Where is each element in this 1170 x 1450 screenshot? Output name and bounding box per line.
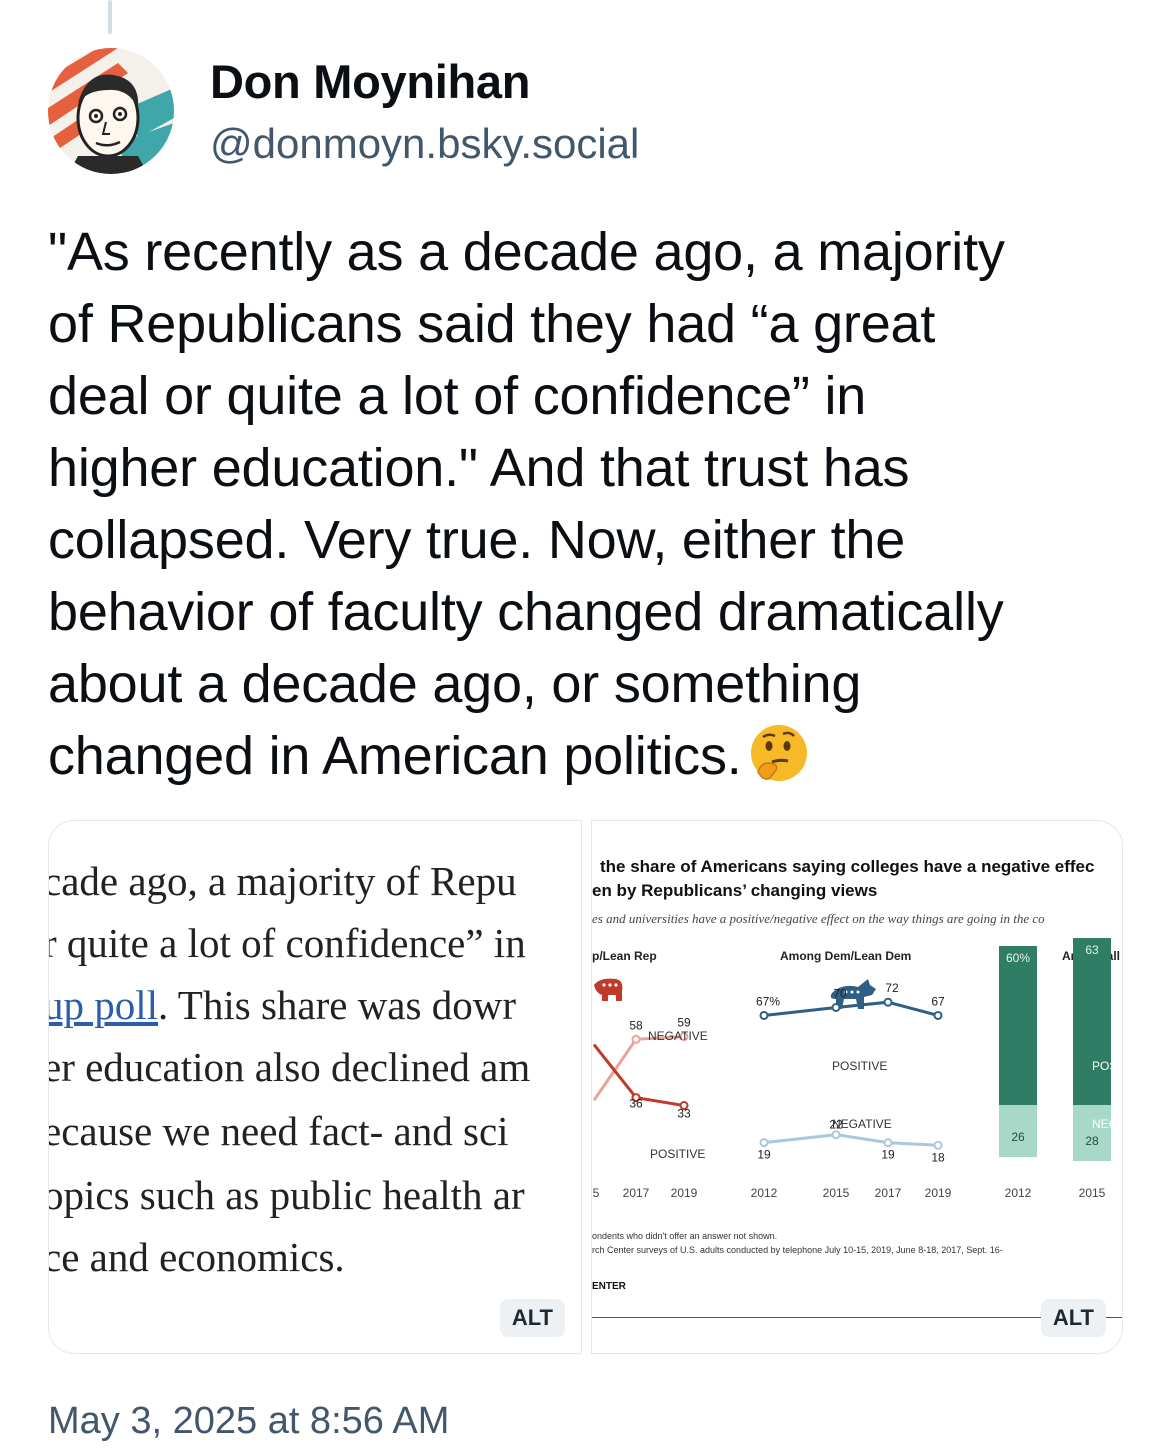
all-value-label: 60% bbox=[1006, 951, 1030, 965]
post-text-line: behavior of faculty changed dramatically bbox=[48, 582, 1004, 642]
post-text-line: "As recently as a decade ago, a majority bbox=[48, 222, 1005, 282]
thread-connector-line bbox=[108, 0, 112, 34]
rep-value-label: 59 bbox=[677, 1016, 691, 1030]
dem-positive-label: POSITIVE bbox=[832, 1059, 888, 1073]
rep-value-label: 36 bbox=[629, 1097, 643, 1111]
dem-value-label: 72 bbox=[885, 981, 899, 995]
dem-value-label: 67 bbox=[931, 994, 945, 1008]
all-negative-bar bbox=[1073, 1105, 1111, 1161]
rep-value-label: 58 bbox=[629, 1018, 643, 1032]
x-tick-label: 2015 bbox=[823, 1186, 850, 1200]
dem-value-label: 67% bbox=[756, 994, 780, 1008]
dem-value-label: 18 bbox=[931, 1150, 945, 1164]
dem-data-point bbox=[831, 1130, 841, 1140]
x-tick-label: 2017 bbox=[875, 1186, 902, 1200]
alt-text-button[interactable]: ALT bbox=[499, 1299, 565, 1337]
rep-positive-label: POSITIVE bbox=[650, 1147, 706, 1161]
article-line: cade ago, a majority of Repu bbox=[48, 858, 517, 904]
x-tick-label: 2015 bbox=[1079, 1186, 1106, 1200]
post-text: "As recently as a decade ago, a majority… bbox=[48, 216, 1138, 802]
rep-series-line bbox=[592, 1035, 685, 1102]
dem-data-point bbox=[759, 1138, 769, 1148]
chart-footnote: ondents who didn't offer an answer not s… bbox=[592, 1231, 778, 1241]
all-positive-bar bbox=[1073, 938, 1111, 1105]
dem-series-line bbox=[763, 1000, 939, 1017]
attached-image-article-excerpt[interactable]: cade ago, a majority of Repu r quite a l… bbox=[48, 820, 582, 1354]
all-positive-bar bbox=[999, 946, 1037, 1105]
post-text-line: about a decade ago, or something bbox=[48, 654, 862, 714]
rep-value-label: 33 bbox=[677, 1107, 691, 1121]
article-line: up poll. This share was dowr bbox=[48, 981, 516, 1029]
dem-value-label: 19 bbox=[881, 1148, 895, 1162]
post-text-line: deal or quite a lot of confidence” in bbox=[48, 366, 867, 426]
all-value-label: 26 bbox=[1011, 1130, 1025, 1144]
author-handle[interactable]: @donmoyn.bsky.social bbox=[210, 120, 639, 168]
article-line: ecause we need fact- and sci bbox=[48, 1108, 509, 1154]
avatar-illustration bbox=[48, 48, 174, 174]
x-tick-label: 2019 bbox=[671, 1186, 698, 1200]
all-negative-label: NEGA bbox=[1092, 1117, 1123, 1131]
post-text-line: higher education." And that trust has bbox=[48, 438, 910, 498]
alt-text-button[interactable]: ALT bbox=[1040, 1299, 1106, 1337]
dem-value-label: 19 bbox=[757, 1148, 771, 1162]
article-line: opics such as public health ar bbox=[48, 1172, 525, 1218]
dem-value-label: 70 bbox=[833, 987, 847, 1001]
post-text-line: of Republicans said they had “a great bbox=[48, 294, 936, 354]
dem-data-point bbox=[933, 1140, 943, 1150]
attached-image-pew-chart[interactable]: the share of Americans saying colleges h… bbox=[591, 820, 1123, 1354]
post-text-line-end: changed in American politics. bbox=[48, 726, 742, 786]
article-line: r quite a lot of confidence” in bbox=[48, 920, 526, 966]
x-tick-label: 2019 bbox=[925, 1186, 952, 1200]
x-tick-label: 2012 bbox=[751, 1186, 778, 1200]
x-tick-label: 5 bbox=[593, 1186, 600, 1200]
x-tick-label: 2017 bbox=[623, 1186, 650, 1200]
article-line: er education also declined am bbox=[48, 1044, 531, 1090]
post-timestamp[interactable]: May 3, 2025 at 8:56 AM bbox=[48, 1400, 449, 1443]
dem-data-point bbox=[933, 1010, 943, 1020]
dem-negative-label: NEGATIVE bbox=[832, 1117, 892, 1131]
chart-plot-area: 58 5936335 2017 201967%70 7267192219 182012 20… bbox=[592, 938, 1111, 1200]
rep-data-point bbox=[631, 1034, 641, 1044]
avatar[interactable] bbox=[48, 48, 174, 174]
dem-data-point bbox=[759, 1010, 769, 1020]
chart-source: rch Center surveys of U.S. adults conduc… bbox=[592, 1245, 1003, 1255]
author-name[interactable]: Don Moynihan bbox=[210, 54, 530, 109]
all-value-label: 63 bbox=[1085, 943, 1099, 957]
article-line-text: . This share was dowr bbox=[158, 982, 516, 1028]
post-text-line: collapsed. Very true. Now, either the bbox=[48, 510, 906, 570]
x-tick-label: 2012 bbox=[1005, 1186, 1032, 1200]
dem-data-point bbox=[883, 997, 893, 1007]
dem-series-line bbox=[763, 1133, 939, 1147]
all-positive-label: POSIT bbox=[1092, 1059, 1122, 1073]
thinking-face-emoji-icon bbox=[748, 722, 810, 802]
article-link: up poll bbox=[48, 982, 159, 1028]
pew-research-center-label: ENTER bbox=[592, 1281, 626, 1292]
dem-data-point bbox=[831, 1003, 841, 1012]
article-line: ce and economics. bbox=[48, 1234, 345, 1280]
dem-data-point bbox=[883, 1138, 893, 1148]
rep-negative-label: NEGATIVE bbox=[648, 1029, 708, 1043]
post-text-line: changed in American politics. bbox=[48, 720, 1138, 802]
all-value-label: 28 bbox=[1085, 1134, 1099, 1148]
